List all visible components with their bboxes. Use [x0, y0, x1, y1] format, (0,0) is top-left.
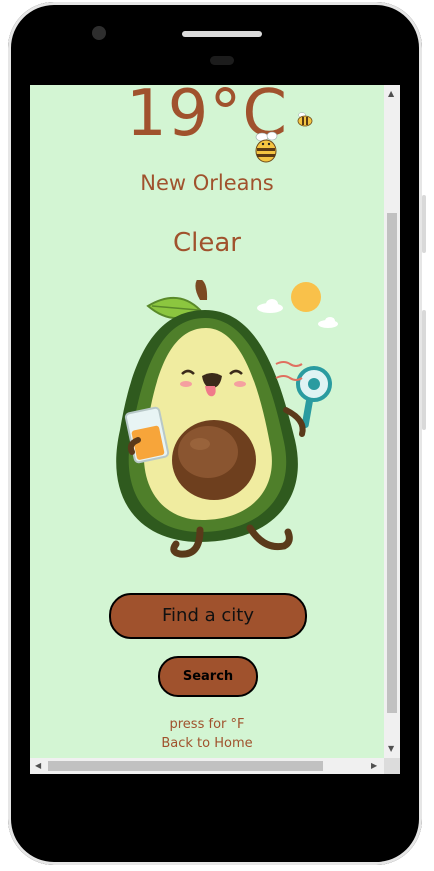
scroll-left-arrow-icon[interactable]: ◀	[35, 762, 41, 770]
back-home-link[interactable]: Back to Home	[30, 736, 384, 751]
scroll-up-arrow-icon[interactable]: ▲	[388, 90, 394, 98]
bee-icon	[255, 131, 278, 163]
scrollbar-corner	[384, 758, 400, 774]
search-button[interactable]: Search	[158, 656, 258, 697]
proximity-sensor	[210, 56, 234, 65]
front-camera	[92, 26, 106, 40]
find-city-button[interactable]: Find a city	[109, 593, 307, 639]
earpiece-speaker	[182, 31, 262, 37]
city-name: New Orleans	[140, 171, 274, 195]
vertical-scrollbar-thumb[interactable]	[387, 213, 397, 713]
bee-icon	[297, 112, 313, 127]
avocado-illustration	[116, 280, 338, 558]
horizontal-scrollbar-thumb[interactable]	[48, 761, 323, 771]
temperature-display: 19°C	[125, 85, 289, 151]
scroll-down-arrow-icon[interactable]: ▼	[388, 745, 394, 753]
scroll-right-arrow-icon[interactable]: ▶	[371, 762, 377, 770]
weather-condition: Clear	[173, 228, 241, 258]
power-button	[422, 195, 426, 253]
volume-button	[422, 310, 426, 430]
sun-icon	[291, 282, 321, 312]
horizontal-scrollbar[interactable]: ◀ ▶	[30, 758, 384, 774]
unit-toggle-link[interactable]: press for °F	[30, 717, 384, 732]
vertical-scrollbar[interactable]: ▲ ▼	[384, 85, 400, 758]
app-screen: 19°C New Orleans Clear Find a city Searc…	[30, 85, 400, 774]
